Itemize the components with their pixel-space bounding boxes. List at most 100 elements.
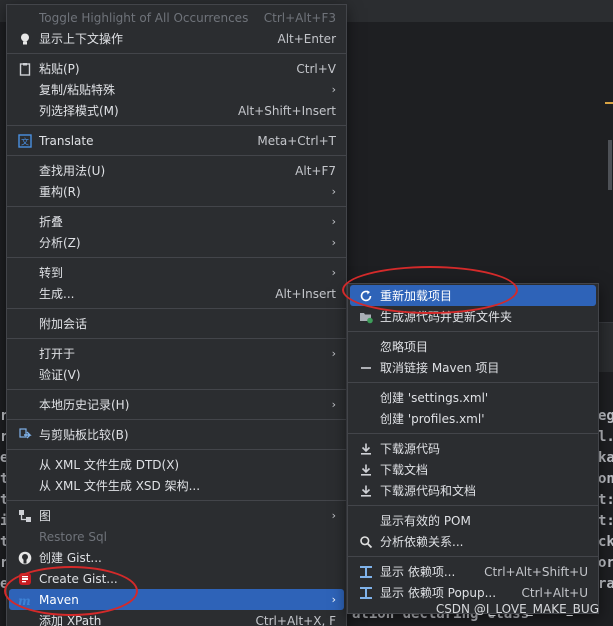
main-menu-item-17[interactable]: 生成... Alt+Insert: [9, 283, 344, 304]
menu-item-label: 创建 'settings.xml': [380, 391, 489, 405]
menu-item-label: 下载源代码: [380, 442, 441, 456]
main-menu-item-35[interactable]: m Maven ›: [9, 589, 344, 610]
menu-item-label: 显示 依赖项 Popup...: [380, 586, 497, 600]
code-fragment-right: or: [598, 555, 613, 571]
menu-separator: [7, 206, 346, 207]
main-menu-item-8[interactable]: 文 Translate Meta+Ctrl+T: [9, 130, 344, 151]
menu-separator: [7, 338, 346, 339]
editor-context-menu: Toggle Highlight of All Occurrences Ctrl+…: [6, 4, 347, 626]
menu-item-label: Maven: [39, 592, 79, 607]
chevron-right-icon: ›: [331, 185, 336, 198]
reload-icon: [358, 288, 374, 304]
code-fragment-right: eg: [598, 408, 613, 424]
menu-item-label: 显示 依赖项...: [380, 565, 456, 579]
menu-separator: [348, 556, 598, 557]
main-menu-item-21[interactable]: 打开于 ›: [9, 343, 344, 364]
maven-menu-item-17[interactable]: 显示 依赖项... Ctrl+Alt+Shift+U: [350, 561, 596, 582]
download-icon: [358, 441, 374, 457]
maven-menu-item-18[interactable]: 显示 依赖项 Popup... Ctrl+Alt+U: [350, 582, 596, 603]
maven-icon: m: [17, 592, 33, 608]
menu-separator: [7, 53, 346, 54]
minus-icon: [358, 360, 374, 376]
dependency-icon: [358, 564, 374, 580]
maven-menu-item-5[interactable]: 取消链接 Maven 项目: [350, 357, 596, 378]
main-menu-item-34[interactable]: Create Gist...: [9, 568, 344, 589]
main-menu-item-10[interactable]: 查找用法(U) Alt+F7: [9, 160, 344, 181]
main-menu-item-33[interactable]: 创建 Gist...: [9, 547, 344, 568]
icon-placeholder: [17, 103, 33, 119]
menu-item-label: 与剪贴板比较(B): [39, 428, 129, 442]
menu-separator: [7, 500, 346, 501]
code-fragment-right: ra: [598, 576, 613, 592]
code-fragment-right: ck: [598, 534, 613, 550]
menu-item-shortcut: Ctrl+Alt+U: [521, 585, 589, 600]
main-menu-item-13[interactable]: 折叠 ›: [9, 211, 344, 232]
main-menu-item-6[interactable]: 列选择模式(M) Alt+Shift+Insert: [9, 100, 344, 121]
menu-item-label: 折叠: [39, 215, 64, 229]
chevron-right-icon: ›: [331, 398, 336, 411]
menu-item-label: 图: [39, 509, 52, 523]
diagram-icon: [17, 508, 33, 524]
icon-placeholder: [17, 214, 33, 230]
main-menu-item-2[interactable]: 显示上下文操作 Alt+Enter: [9, 28, 344, 49]
svg-text:m: m: [18, 594, 31, 607]
translate-icon: 文: [17, 133, 33, 149]
download-icon: [358, 462, 374, 478]
main-menu-item-5[interactable]: 复制/粘贴特殊 ›: [9, 79, 344, 100]
main-menu-item-16[interactable]: 转到 ›: [9, 262, 344, 283]
menu-item-label: 显示有效的 POM: [380, 514, 471, 528]
editor-area: [340, 22, 613, 322]
main-menu-item-14[interactable]: 分析(Z) ›: [9, 232, 344, 253]
icon-placeholder: [17, 478, 33, 494]
main-menu-item-29[interactable]: 从 XML 文件生成 XSD 架构...: [9, 475, 344, 496]
menu-item-label: 添加 XPath: [39, 614, 102, 626]
icon-placeholder: [17, 82, 33, 98]
main-menu-item-24[interactable]: 本地历史记录(H) ›: [9, 394, 344, 415]
maven-menu-item-10[interactable]: 下载源代码: [350, 438, 596, 459]
watermark: CSDN @I_LOVE_MAKE_BUG: [435, 602, 599, 616]
menu-item-label: 忽略项目: [380, 340, 429, 354]
icon-placeholder: [358, 513, 374, 529]
maven-menu-item-11[interactable]: 下载文档: [350, 459, 596, 480]
menu-item-label: 本地历史记录(H): [39, 398, 130, 412]
folder-refresh-icon: [358, 309, 374, 325]
menu-item-shortcut: Alt+Enter: [277, 31, 336, 46]
menu-separator: [7, 125, 346, 126]
maven-menu-item-2[interactable]: 生成源代码并更新文件夹: [350, 306, 596, 327]
maven-menu-item-1[interactable]: 重新加载项目: [350, 285, 596, 306]
main-menu-item-1: Toggle Highlight of All Occurrences Ctrl+…: [9, 7, 344, 28]
menu-item-label: 下载文档: [380, 463, 429, 477]
icon-placeholder: [17, 235, 33, 251]
menu-separator: [348, 433, 598, 434]
maven-menu-item-8[interactable]: 创建 'profiles.xml': [350, 408, 596, 429]
menu-item-label: 验证(V): [39, 368, 81, 382]
editor-scrollbar[interactable]: [608, 140, 612, 190]
menu-item-label: 显示上下文操作: [39, 32, 124, 46]
menu-item-shortcut: Ctrl+Alt+X, F: [255, 613, 336, 626]
menu-item-label: 复制/粘贴特殊: [39, 83, 116, 97]
search-icon: [358, 534, 374, 550]
icon-placeholder: [17, 457, 33, 473]
main-menu-item-28[interactable]: 从 XML 文件生成 DTD(X): [9, 454, 344, 475]
main-menu-item-22[interactable]: 验证(V): [9, 364, 344, 385]
main-menu-item-19[interactable]: 附加会话: [9, 313, 344, 334]
icon-placeholder: [17, 286, 33, 302]
maven-menu-item-12[interactable]: 下载源代码和文档: [350, 480, 596, 501]
menu-item-label: 从 XML 文件生成 DTD(X): [39, 458, 180, 472]
main-menu-item-11[interactable]: 重构(R) ›: [9, 181, 344, 202]
maven-menu-item-15[interactable]: 分析依赖关系...: [350, 531, 596, 552]
menu-item-label: 分析依赖关系...: [380, 535, 464, 549]
menu-separator: [7, 155, 346, 156]
maven-menu-item-14[interactable]: 显示有效的 POM: [350, 510, 596, 531]
maven-menu-item-7[interactable]: 创建 'settings.xml': [350, 387, 596, 408]
main-menu-item-31[interactable]: 图 ›: [9, 505, 344, 526]
icon-placeholder: [17, 163, 33, 179]
main-menu-item-4[interactable]: 粘贴(P) Ctrl+V: [9, 58, 344, 79]
chevron-right-icon: ›: [331, 593, 336, 606]
main-menu-item-26[interactable]: 与剪贴板比较(B): [9, 424, 344, 445]
menu-item-shortcut: Meta+Ctrl+T: [257, 133, 336, 148]
editor-highlight-mark: [605, 102, 613, 104]
icon-placeholder: [17, 184, 33, 200]
main-menu-item-36[interactable]: 添加 XPath Ctrl+Alt+X, F: [9, 610, 344, 626]
maven-menu-item-4[interactable]: 忽略项目: [350, 336, 596, 357]
